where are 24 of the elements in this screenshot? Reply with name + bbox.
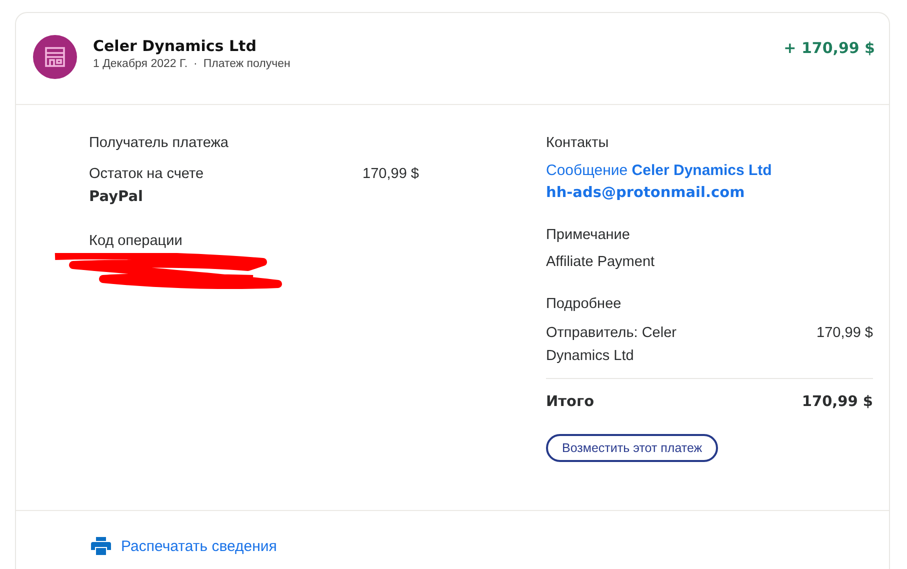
total-label: Итого [546, 393, 594, 412]
payment-date: 1 Декабря 2022 Г. [93, 58, 188, 70]
amount-value: 170,99 $ [816, 324, 873, 343]
total-amount: 170,99 $ [802, 393, 873, 412]
section-heading: Получатель платежа [89, 134, 230, 153]
amount-value: 170,99 $ [362, 165, 419, 184]
section-heading: Контакты [546, 134, 610, 153]
print-details-link[interactable]: Распечатать сведения [121, 538, 277, 554]
message-link[interactable]: Сообщение Celer Dynamics Ltd [546, 159, 873, 182]
account-label: Остаток на счете [89, 165, 204, 184]
payment-amount: + 170,99 $ [784, 38, 875, 57]
account-name: PayPal [89, 188, 144, 207]
store-icon [43, 46, 67, 68]
email-link[interactable]: hh-ads@protonmail.com [546, 182, 873, 205]
sender-label: Отправитель: Celer Dynamics Ltd [546, 324, 678, 366]
refund-button[interactable]: Возместить этот платеж [546, 434, 718, 462]
note-text: Affiliate Payment [546, 253, 656, 272]
separator-dot: · [194, 58, 198, 70]
payment-status: Платеж получен [203, 58, 290, 70]
section-heading: Код операции [89, 232, 184, 251]
print-icon [91, 537, 111, 555]
merchant-name: Celer Dynamics Ltd [93, 37, 258, 55]
section-heading: Подробнее [546, 295, 622, 314]
section-heading: Примечание [546, 226, 631, 245]
